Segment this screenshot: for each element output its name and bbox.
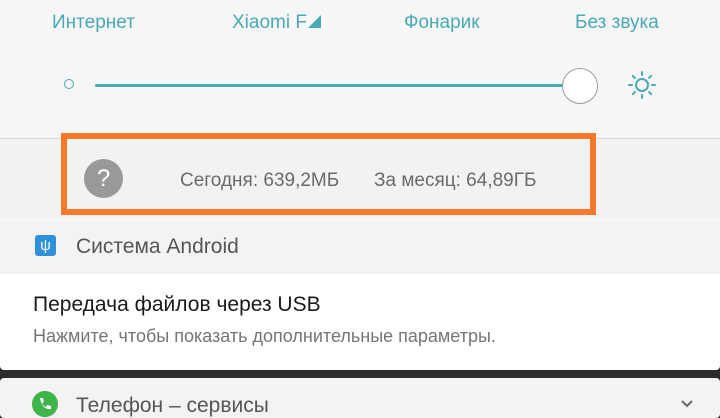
brightness-slider-thumb[interactable] xyxy=(562,68,598,104)
usb-icon: ψ xyxy=(35,235,56,256)
brightness-low-icon xyxy=(64,79,74,89)
toggle-internet[interactable]: Интернет xyxy=(52,12,135,34)
brightness-slider-track[interactable] xyxy=(95,84,595,87)
notification-card-usb[interactable]: ψ Система Android Передача файлов через … xyxy=(0,222,720,370)
toggle-silent-label: Без звука xyxy=(575,12,659,33)
notification-header: ψ Система Android xyxy=(0,222,720,274)
toggle-internet-label: Интернет xyxy=(52,12,135,33)
wifi-signal-icon xyxy=(307,15,321,28)
brightness-auto-sun-icon[interactable] xyxy=(627,70,657,100)
toggle-wifi-label: Xiaomi F xyxy=(232,12,307,33)
toggle-silent[interactable]: Без звука xyxy=(575,12,659,34)
notification-app-name: Телефон – сервисы xyxy=(76,394,269,417)
highlight-box xyxy=(61,133,596,215)
phone-icon xyxy=(32,391,58,417)
toggle-wifi[interactable]: Xiaomi F xyxy=(232,12,328,34)
notification-text: Нажмите, чтобы показать дополнительные п… xyxy=(33,326,496,346)
notification-title: Передача файлов через USB xyxy=(33,293,321,316)
notification-card-phone[interactable]: Телефон – сервисы xyxy=(0,378,720,418)
chevron-down-icon[interactable] xyxy=(680,396,694,410)
notification-app-name: Система Android xyxy=(76,235,239,258)
toggle-flashlight[interactable]: Фонарик xyxy=(404,12,480,34)
toggle-flashlight-label: Фонарик xyxy=(404,12,480,33)
